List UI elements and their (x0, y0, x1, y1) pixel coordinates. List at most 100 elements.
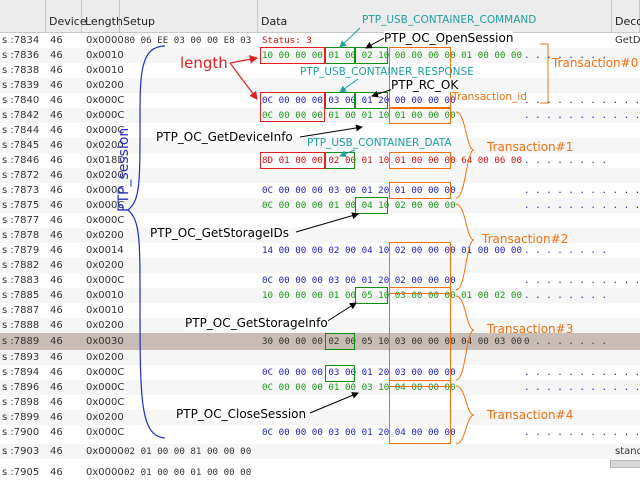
ascii-cell: . . . . . . . . . . . (524, 95, 640, 106)
transaction-0-label: Transaction#0 (552, 56, 639, 70)
close-session-label: PTP_OC_CloseSession (176, 407, 307, 421)
transaction-id-label: Transaction_id (452, 91, 527, 103)
device-cell: 46 (50, 275, 63, 286)
table-row[interactable]: s :7893 46 0x0200 (0, 350, 640, 365)
device-cell: 46 (50, 65, 63, 76)
device-cell: 46 (50, 125, 63, 136)
device-cell: 46 (50, 305, 63, 316)
length-cell: 0x0200 (86, 260, 124, 271)
column-decode[interactable]: Decod (612, 0, 640, 32)
device-cell: 46 (50, 427, 63, 438)
ascii-cell: . . . . . . . . . . . (524, 367, 640, 378)
table-row[interactable]: s :7903 46 0x0000 02 01 00 00 81 00 00 0… (0, 444, 640, 459)
horizontal-scrollbar[interactable] (610, 460, 640, 468)
time-cell: s :7885 (2, 290, 40, 301)
table-row[interactable]: s :7839 46 0x0200 (0, 78, 640, 93)
time-cell: s :7838 (2, 65, 40, 76)
table-row[interactable]: s :7894 46 0x000C 0C 00 00 00 03 00 01 2… (0, 365, 640, 380)
device-cell: 46 (50, 367, 63, 378)
table-row[interactable]: s :7900 46 0x000C 0C 00 00 00 03 00 01 2… (0, 425, 640, 440)
decode-cell: stand (615, 446, 640, 457)
length-cell: 0x000C (86, 275, 125, 286)
length-cell: 0x0000 (86, 467, 124, 478)
time-cell: s :7878 (2, 230, 40, 241)
time-cell: s :7839 (2, 80, 40, 91)
time-cell: s :7844 (2, 125, 40, 136)
transaction-id-box (389, 152, 451, 169)
device-cell: 46 (50, 290, 63, 301)
time-cell: s :7903 (2, 446, 40, 457)
container-response-label: PTP_USB_CONTAINER_RESPONSE (300, 66, 474, 78)
op-code-box (355, 287, 388, 304)
length-cell: 0x0200 (86, 412, 124, 423)
table-row[interactable]: s :7873 46 0x000C 0C 00 00 00 03 00 01 2… (0, 183, 640, 198)
op-code-box (355, 197, 388, 214)
setup-cell: 02 01 00 00 01 00 00 00 (124, 467, 252, 478)
table-row[interactable]: s :7883 46 0x000C 0C 00 00 00 03 00 01 2… (0, 273, 640, 288)
device-cell: 46 (50, 35, 63, 46)
length-cell: 0x0200 (86, 320, 124, 331)
device-cell: 46 (50, 110, 63, 121)
device-cell: 46 (50, 382, 63, 393)
ascii-cell: . . . . . . . . . . . . (524, 110, 640, 121)
device-cell: 46 (50, 245, 63, 256)
container-type-box (325, 152, 355, 169)
ascii-cell: . . . . . . . . . . . . d . . . (524, 155, 614, 166)
column-time[interactable] (0, 0, 46, 32)
length-cell: 0x0200 (86, 230, 124, 241)
table-row[interactable]: s :7896 46 0x000C 0C 00 00 00 01 00 03 1… (0, 380, 640, 395)
container-type-box (325, 333, 355, 350)
decode-cell: GetDe (615, 35, 640, 46)
time-cell: s :7875 (2, 200, 40, 211)
device-cell: 46 (50, 336, 63, 347)
device-cell: 46 (50, 230, 63, 241)
open-session-label: PTP_OC_OpenSession (384, 31, 514, 45)
container-command-label: PTP_USB_CONTAINER_COMMAND (362, 14, 537, 26)
length-cell: 0x000C (86, 95, 125, 106)
table-row[interactable]: s :7834 46 0x0000 80 06 EE 03 00 00 E8 0… (0, 33, 640, 48)
setup-cell: 80 06 EE 03 00 00 E8 03 (124, 35, 252, 46)
device-cell: 46 (50, 200, 63, 211)
transaction-id-box (389, 182, 451, 199)
get-device-info-label: PTP_OC_GetDeviceInfo (156, 130, 293, 144)
length-cell: 0x0000 (86, 35, 124, 46)
device-cell: 46 (50, 215, 63, 226)
ascii-cell: . . . . . . . . . . . (524, 275, 640, 286)
container-data-label: PTP_USB_CONTAINER_DATA (307, 137, 452, 149)
time-cell: s :7905 (2, 467, 40, 478)
table-row[interactable]: s :7905 46 0x0000 02 01 00 00 01 00 00 0… (0, 461, 640, 480)
transaction-4-label: Transaction#4 (487, 408, 574, 422)
table-row[interactable]: s :7885 46 0x0010 10 00 00 00 01 00 05 1… (0, 288, 640, 303)
length-cell: 0x000C (86, 427, 125, 438)
time-cell: s :7846 (2, 155, 40, 166)
table-row[interactable]: s :7844 46 0x000C (0, 123, 640, 138)
time-cell: s :7834 (2, 35, 40, 46)
column-length[interactable]: Length (82, 0, 123, 32)
length-cell: 0x0010 (86, 50, 124, 61)
column-header: Device Length Setup Data Decod (0, 0, 640, 33)
column-setup[interactable]: Setup (120, 0, 258, 32)
column-device[interactable]: Device (46, 0, 87, 32)
op-code-box (355, 92, 388, 109)
length-cell: 0x0000 (86, 446, 124, 457)
transaction-id-box (389, 380, 451, 444)
table-row[interactable]: s :7875 46 0x000C 0C 00 00 00 01 00 04 1… (0, 198, 640, 213)
data-cell: Status: 3 (262, 35, 312, 46)
transaction-2-label: Transaction#2 (482, 232, 569, 246)
transaction-id-box (389, 107, 451, 124)
setup-cell: 02 01 00 00 81 00 00 00 (124, 446, 252, 457)
time-cell: s :7840 (2, 95, 40, 106)
device-cell: 46 (50, 320, 63, 331)
length-box (260, 47, 325, 64)
time-cell: s :7888 (2, 320, 40, 331)
table-row[interactable]: s :7872 46 0x0200 (0, 168, 640, 183)
time-cell: s :7894 (2, 367, 40, 378)
table-row[interactable]: s :7877 46 0x000C (0, 213, 640, 228)
time-cell: s :7879 (2, 245, 40, 256)
container-type-box (325, 47, 355, 64)
op-code-box (355, 47, 388, 64)
ascii-cell: 0 . . . . . . . . . . . . . . . (524, 336, 614, 347)
table-row[interactable]: s :7882 46 0x0200 (0, 258, 640, 273)
length-box (260, 152, 325, 169)
container-type-box (325, 92, 355, 109)
